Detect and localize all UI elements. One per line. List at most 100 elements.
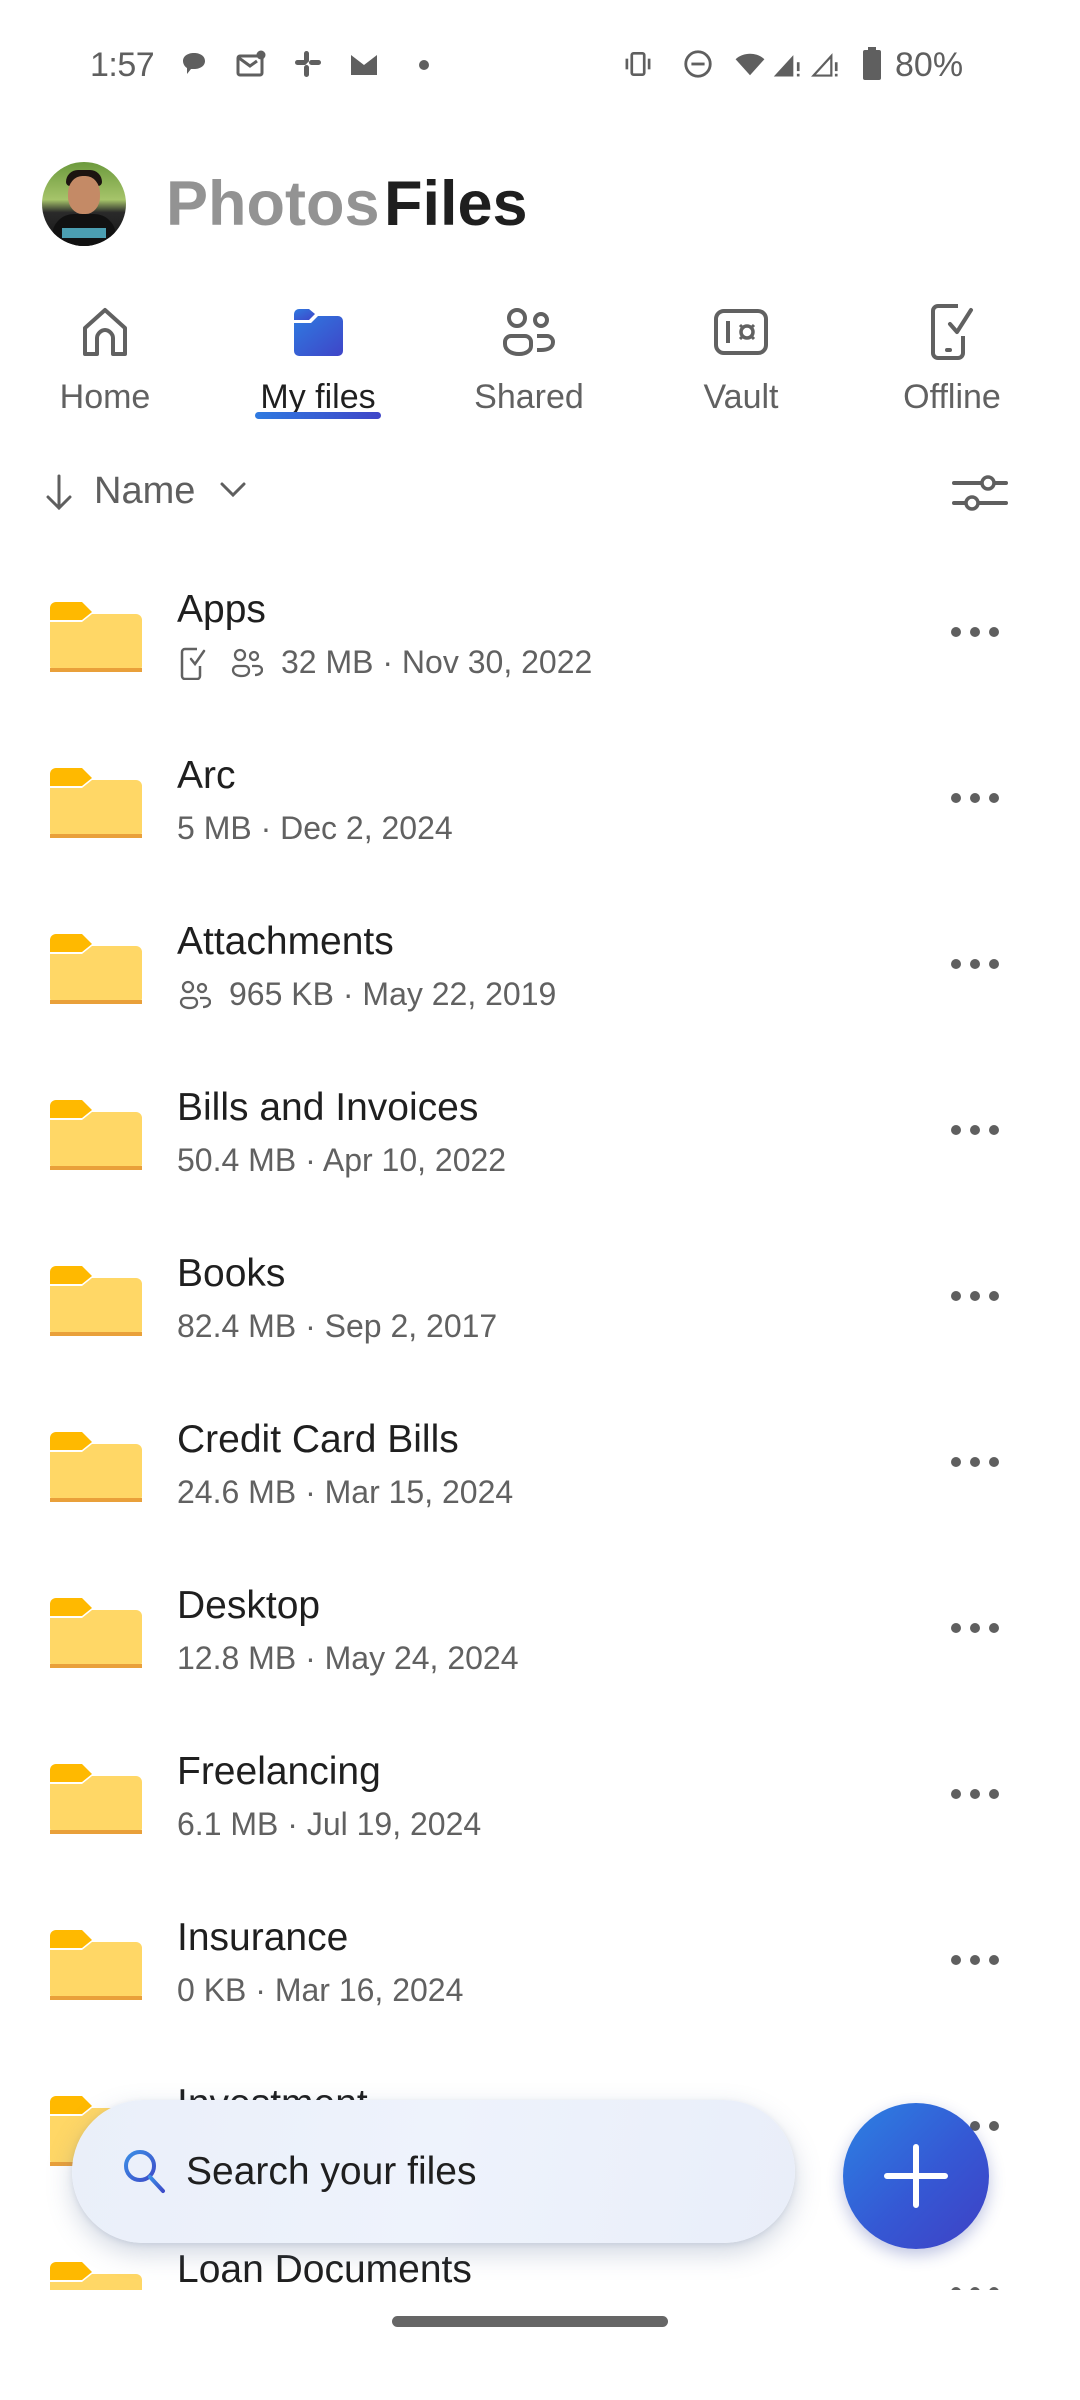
file-name: Insurance — [177, 1916, 349, 1959]
vibrate-icon — [622, 48, 654, 80]
more-options-icon[interactable] — [945, 1442, 1005, 1482]
file-name: Bills and Invoices — [177, 1086, 479, 1129]
file-row[interactable]: Apps 32 MB · Nov 30, 2022 — [0, 568, 1080, 734]
file-size-date: 50.4 MB · Apr 10, 2022 — [177, 1142, 507, 1178]
file-row[interactable]: Books 82.4 MB · Sep 2, 2017 — [0, 1232, 1080, 1398]
battery-percent: 80% — [895, 46, 964, 84]
file-name: Books — [177, 1252, 286, 1295]
add-new-button[interactable] — [843, 2103, 989, 2249]
file-meta: 82.4 MB · Sep 2, 2017 — [177, 1308, 497, 1345]
file-meta: 12.8 MB · May 24, 2024 — [177, 1640, 519, 1677]
mail-notification-icon — [235, 48, 267, 80]
vault-icon — [709, 300, 773, 364]
file-row[interactable]: Insurance 0 KB · Mar 16, 2024 — [0, 1896, 1080, 2062]
signal-1-icon — [772, 48, 804, 80]
tab-label: Vault — [703, 378, 779, 416]
active-tab-indicator — [255, 412, 381, 419]
file-row[interactable]: Freelancing 6.1 MB · Jul 19, 2024 — [0, 1730, 1080, 1896]
file-size-date: 6.1 MB · Jul 19, 2024 — [177, 1806, 482, 1842]
file-meta: 50.4 MB · Apr 10, 2022 — [177, 1142, 506, 1179]
file-row[interactable]: Attachments 965 KB · May 22, 2019 — [0, 900, 1080, 1066]
shared-icon — [229, 646, 263, 680]
signal-2-icon — [810, 48, 842, 80]
search-input[interactable]: Search your files — [186, 2150, 476, 2194]
photos-switch[interactable]: Photos — [166, 168, 380, 240]
tab-my-files[interactable]: My files — [228, 290, 408, 430]
tab-offline[interactable]: Offline — [862, 290, 1042, 430]
messages-icon — [178, 48, 210, 80]
more-options-icon[interactable] — [945, 1110, 1005, 1150]
file-size-date: 82.4 MB · Sep 2, 2017 — [177, 1308, 498, 1344]
tab-label: Home — [59, 378, 151, 416]
people-icon — [497, 300, 561, 364]
folder-icon — [46, 930, 144, 1008]
file-size-date: 24.6 MB · Mar 15, 2024 — [177, 1474, 514, 1510]
file-list: Apps 32 MB · Nov 30, 2022 Arc 5 MB · Dec 2,… — [0, 568, 1080, 2290]
folder-icon — [46, 1096, 144, 1174]
offline-available-icon — [177, 646, 211, 680]
tab-bar: Home My files Shared Vault Offline — [0, 290, 1080, 440]
filter-settings-icon[interactable] — [950, 468, 1010, 518]
file-meta: 6.1 MB · Jul 19, 2024 — [177, 1806, 481, 1843]
search-icon — [120, 2146, 170, 2196]
more-options-icon[interactable] — [945, 1276, 1005, 1316]
page-title: Files — [384, 169, 528, 239]
file-meta: 32 MB · Nov 30, 2022 — [177, 644, 592, 681]
file-name: Apps — [177, 588, 266, 631]
file-meta: 965 KB · May 22, 2019 — [177, 976, 556, 1013]
sort-row: Name — [0, 460, 1080, 520]
more-options-icon[interactable] — [945, 1774, 1005, 1814]
file-name: Loan Documents — [177, 2248, 472, 2290]
wifi-icon — [734, 48, 766, 80]
home-gesture-bar[interactable] — [392, 2316, 668, 2327]
sort-direction-arrow-icon[interactable] — [44, 472, 74, 512]
more-options-icon[interactable] — [945, 944, 1005, 984]
folder-icon — [46, 2258, 144, 2290]
file-size-date: 0 KB · Mar 16, 2024 — [177, 1972, 464, 2008]
tab-shared[interactable]: Shared — [439, 290, 619, 430]
tab-label: Shared — [474, 378, 584, 416]
do-not-disturb-icon — [682, 48, 714, 80]
tab-vault[interactable]: Vault — [651, 290, 831, 430]
folder-icon — [46, 1594, 144, 1672]
file-name: Credit Card Bills — [177, 1418, 459, 1461]
folder-icon — [46, 1428, 144, 1506]
file-meta: 0 KB · Mar 16, 2024 — [177, 1972, 463, 2009]
tab-label: Offline — [903, 378, 1001, 416]
folder-icon — [46, 1760, 144, 1838]
shared-icon — [177, 978, 211, 1012]
gmail-icon — [348, 48, 380, 80]
chevron-down-icon[interactable] — [218, 478, 248, 502]
home-icon — [73, 300, 137, 364]
more-options-icon[interactable] — [945, 2272, 1005, 2290]
file-row[interactable]: Bills and Invoices 50.4 MB · Apr 10, 2022 — [0, 1066, 1080, 1232]
file-size-date: 5 MB · Dec 2, 2024 — [177, 810, 453, 846]
folder-icon — [46, 1262, 144, 1340]
folder-icon — [46, 598, 144, 676]
more-options-icon[interactable] — [945, 778, 1005, 818]
file-row[interactable]: Desktop 12.8 MB · May 24, 2024 — [0, 1564, 1080, 1730]
plus-icon — [884, 2144, 948, 2208]
account-avatar[interactable] — [42, 162, 126, 246]
folder-icon — [286, 300, 350, 364]
file-size-date: 32 MB · Nov 30, 2022 — [281, 644, 593, 680]
more-options-icon[interactable] — [945, 1940, 1005, 1980]
file-name: Desktop — [177, 1584, 321, 1627]
search-bar[interactable]: Search your files — [72, 2100, 795, 2243]
file-row[interactable]: Credit Card Bills 24.6 MB · Mar 15, 2024 — [0, 1398, 1080, 1564]
folder-icon — [46, 764, 144, 842]
file-meta: 5 MB · Dec 2, 2024 — [177, 810, 453, 847]
file-name: Attachments — [177, 920, 394, 963]
file-size-date: 12.8 MB · May 24, 2024 — [177, 1640, 519, 1676]
file-name: Freelancing — [177, 1750, 381, 1793]
more-options-icon[interactable] — [945, 612, 1005, 652]
slack-icon — [292, 48, 324, 80]
battery-icon — [856, 47, 888, 80]
more-options-icon[interactable] — [945, 1608, 1005, 1648]
file-row[interactable]: Arc 5 MB · Dec 2, 2024 — [0, 734, 1080, 900]
sort-field-button[interactable]: Name — [94, 470, 195, 513]
tab-home[interactable]: Home — [15, 290, 195, 430]
file-meta: 24.6 MB · Mar 15, 2024 — [177, 1474, 513, 1511]
folder-icon — [46, 1926, 144, 2004]
file-name: Arc — [177, 754, 236, 797]
